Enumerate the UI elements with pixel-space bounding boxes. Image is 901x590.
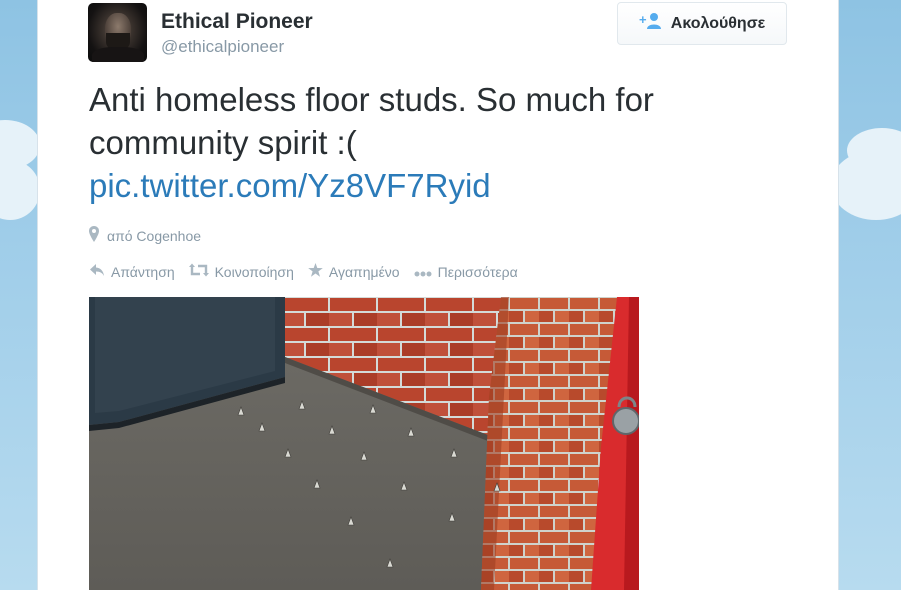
- avatar-shoulders: [92, 47, 144, 62]
- tweet-body: Anti homeless floor studs. So much for c…: [89, 81, 654, 161]
- author-username[interactable]: @ethicalpioneer: [161, 37, 284, 57]
- svg-text:+: +: [639, 12, 647, 27]
- tweet-actions: Απάντηση Κοινοποίηση Αγαπημένο Περισσότε…: [89, 263, 518, 280]
- background-sky-right: [831, 0, 901, 590]
- follow-person-plus-icon: +: [639, 12, 663, 35]
- photo-illustration: [89, 297, 639, 590]
- favorite-action[interactable]: Αγαπημένο: [308, 263, 400, 280]
- retweet-action[interactable]: Κοινοποίηση: [188, 263, 294, 280]
- tweet-location[interactable]: από Cogenhoe: [89, 226, 201, 245]
- follow-button-label: Ακολούθησε: [670, 14, 766, 32]
- more-label: Περισσότερα: [437, 263, 518, 280]
- tweet-media-link[interactable]: pic.twitter.com/Yz8VF7Ryid: [89, 167, 491, 204]
- star-icon: [308, 263, 323, 280]
- more-action[interactable]: Περισσότερα: [414, 264, 518, 280]
- tweet-text: Anti homeless floor studs. So much for c…: [89, 78, 789, 207]
- location-pin-icon: [89, 226, 99, 245]
- reply-icon: [89, 263, 105, 280]
- favorite-label: Αγαπημένο: [328, 263, 400, 280]
- follow-button[interactable]: + Ακολούθησε: [617, 2, 787, 45]
- avatar[interactable]: [88, 3, 147, 62]
- floor-studs-photo[interactable]: [89, 297, 639, 590]
- tweet-card: Ethical Pioneer @ethicalpioneer + Ακολού…: [37, 0, 839, 590]
- reply-label: Απάντηση: [111, 263, 175, 280]
- background-sky-left: [0, 0, 40, 590]
- location-label: από Cogenhoe: [107, 227, 202, 244]
- reply-action[interactable]: Απάντηση: [89, 263, 175, 280]
- cloud-decoration: [0, 160, 40, 220]
- cloud-decoration: [831, 150, 901, 220]
- author-fullname[interactable]: Ethical Pioneer: [161, 10, 313, 34]
- more-dots-icon: [414, 264, 432, 280]
- retweet-label: Κοινοποίηση: [214, 263, 294, 280]
- retweet-icon: [188, 263, 209, 280]
